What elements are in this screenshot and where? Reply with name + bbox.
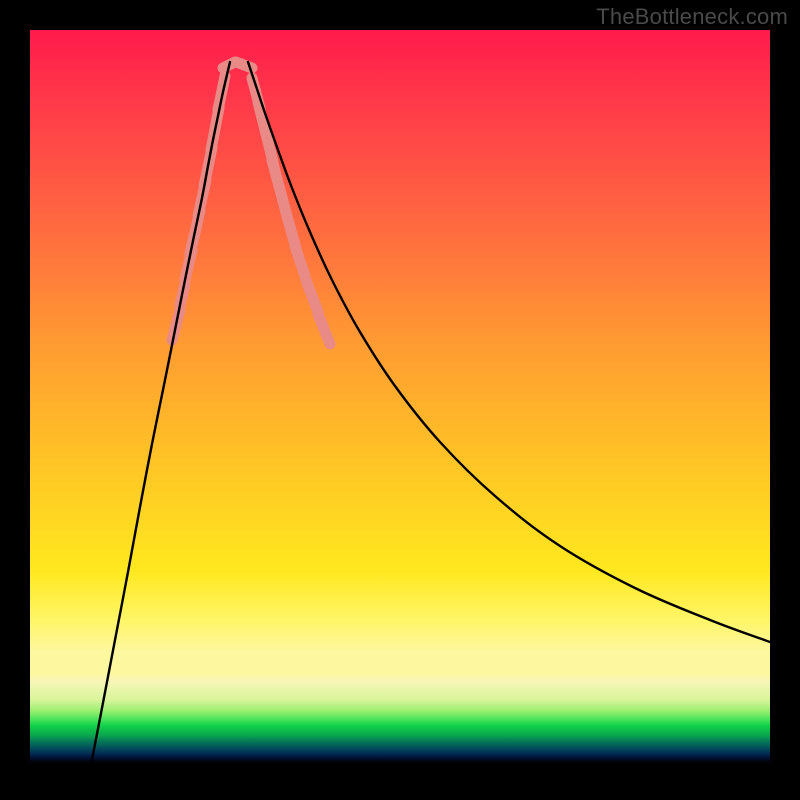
dash-layer: [172, 62, 330, 344]
right-curve: [248, 62, 770, 642]
watermark-text: TheBottleneck.com: [596, 4, 788, 30]
curve-overlay: [30, 30, 770, 770]
plot-area: [30, 30, 770, 770]
right-dashes-segment: [318, 314, 330, 344]
right-dashes-segment: [295, 246, 305, 276]
curve-layer: [90, 62, 770, 770]
chart-frame: TheBottleneck.com: [0, 0, 800, 800]
right-dashes-segment: [306, 280, 318, 312]
